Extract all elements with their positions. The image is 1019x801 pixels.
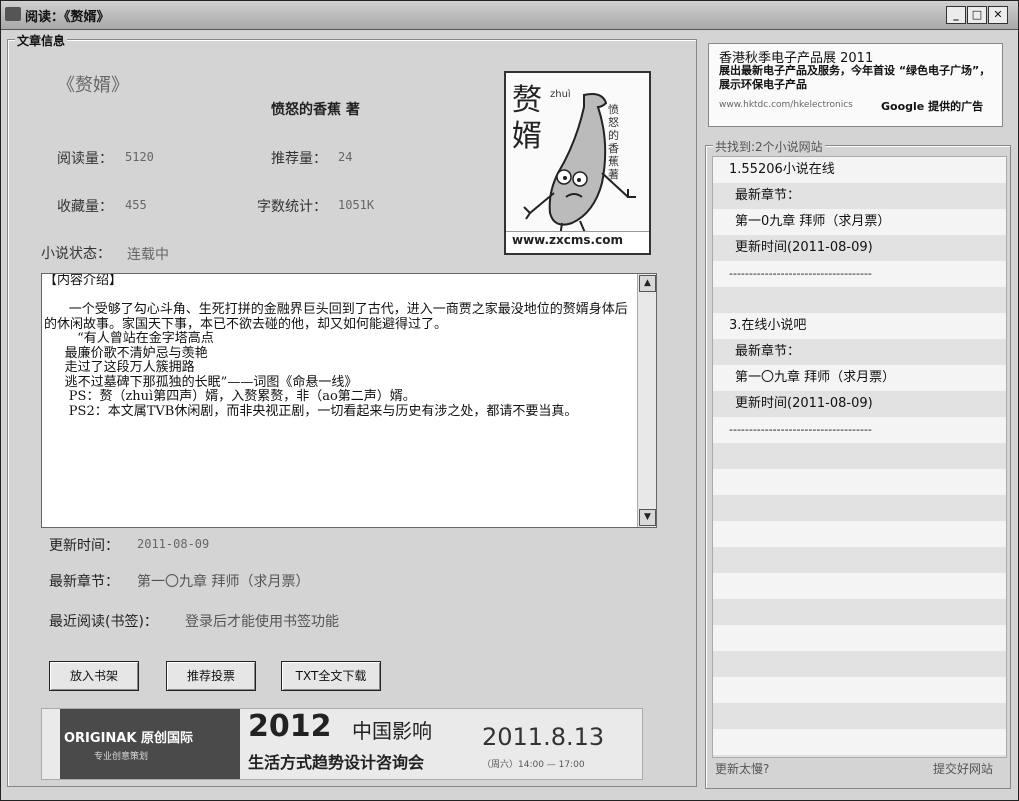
latest-chapter-value[interactable]: 第一〇九章 拜师（求月票） (137, 571, 309, 591)
sites-list[interactable]: 1.55206小说在线 最新章节： 第一0九章 拜师（求月票） 更新时间(201… (712, 156, 1007, 758)
banner-slogan: 中国影响 (352, 719, 432, 743)
latest-chapter-label: 最新章节： (49, 574, 119, 590)
update-time-value: 2011-08-09 (137, 537, 210, 551)
read-count-label: 阅读量： (57, 151, 113, 167)
window-title: 阅读：《赘婿》 (25, 10, 110, 25)
banner-date: 2011.8.13 (482, 723, 605, 751)
list-item[interactable]: 最新章节： (713, 339, 1006, 365)
app-icon (5, 7, 21, 21)
google-ad-box[interactable]: 香港秋季电子产品展 2011 展出最新电子产品及服务，今年首设 “绿色电子广场”… (708, 43, 1003, 127)
maximize-button[interactable]: □ (967, 6, 987, 24)
recent-reading-label: 最近阅读(书签)： (49, 614, 158, 630)
list-item[interactable]: 1.55206小说在线 (713, 157, 1006, 183)
scroll-down-icon[interactable]: ▼ (639, 509, 656, 526)
recent-reading-value: 登录后才能使用书签功能 (185, 614, 339, 630)
sites-group-legend: 共找到:2个小说网站 (713, 138, 825, 155)
banner-time: （周六）14:00 — 17:00 (482, 760, 585, 770)
banner-brand: ORIGINAK 原创国际 (64, 731, 193, 746)
intro-scrollbar[interactable]: ▲ ▼ (637, 274, 656, 527)
book-cover-image: 赘 婿 zhuì 愤怒的香蕉著 www.zxcms.com (504, 71, 651, 255)
status-value: 连载中 (127, 247, 169, 263)
list-item[interactable]: 第一0九章 拜师（求月票） (713, 209, 1006, 235)
list-item[interactable]: 3.在线小说吧 (713, 313, 1006, 339)
book-author: 愤怒的香蕉 著 (271, 102, 360, 118)
article-info-legend: 文章信息 (15, 32, 68, 49)
ad-provider[interactable]: Google 提供的广告 (879, 98, 984, 114)
word-count-label: 字数统计： (257, 199, 327, 215)
title-bar[interactable]: 阅读：《赘婿》 _ □ ✕ (1, 1, 1018, 30)
txt-download-button[interactable]: TXT全文下载 (281, 661, 381, 691)
list-item[interactable]: 第一〇九章 拜师（求月票） (713, 365, 1006, 391)
banana-illustration (523, 93, 636, 240)
recommend-count-value: 24 (338, 150, 353, 164)
too-slow-link[interactable]: 更新太慢? (715, 760, 769, 777)
favorite-count-label: 收藏量： (57, 199, 113, 215)
submit-site-link[interactable]: 提交好网站 (933, 760, 993, 777)
list-item[interactable]: 更新时间(2011-08-09) (713, 391, 1006, 417)
banner-subtitle: 生活方式趋势设计咨询会 (248, 753, 425, 772)
book-title: 《赘婿》 (57, 75, 129, 96)
list-divider: ------------------------------------ (729, 423, 872, 436)
add-to-shelf-button[interactable]: 放入书架 (49, 661, 139, 691)
intro-text: 【内容介绍】 一个受够了勾心斗角、生死打拼的金融界巨头回到了古代，进入一商贾之家… (44, 273, 628, 419)
recommend-count-label: 推荐量： (271, 151, 327, 167)
recommend-vote-button[interactable]: 推荐投票 (166, 661, 256, 691)
minimize-button[interactable]: _ (946, 6, 966, 24)
reader-window: 阅读：《赘婿》 _ □ ✕ 文章信息 《赘婿》 愤怒的香蕉 著 阅读量： 512… (0, 0, 1019, 801)
close-button[interactable]: ✕ (988, 6, 1008, 24)
banner-year: 2012 (248, 709, 332, 744)
list-item[interactable]: 最新章节： (713, 183, 1006, 209)
list-divider: ------------------------------------ (729, 267, 872, 280)
ad-url[interactable]: www.hktdc.com/hkelectronics (719, 100, 853, 110)
list-item[interactable]: 更新时间(2011-08-09) (713, 235, 1006, 261)
cover-site-text: www.zxcms.com (512, 233, 623, 247)
favorite-count-value: 455 (125, 198, 147, 212)
status-label: 小说状态： (41, 246, 111, 262)
scroll-up-icon[interactable]: ▲ (639, 275, 656, 292)
event-banner-ad[interactable]: ORIGINAK 原创国际 专业创意策划 2012 中国影响 生活方式趋势设计咨… (41, 708, 643, 780)
read-count-value: 5120 (125, 150, 154, 164)
intro-textarea[interactable]: 【内容介绍】 一个受够了勾心斗角、生死打拼的金融界巨头回到了古代，进入一商贾之家… (41, 273, 657, 528)
ad-description: 展出最新电子产品及服务，今年首设 “绿色电子广场”，展示环保电子产品 (719, 64, 991, 91)
word-count-value: 1051K (338, 198, 375, 212)
update-time-label: 更新时间： (49, 538, 119, 554)
banner-brand-sub: 专业创意策划 (94, 752, 149, 762)
list-item (713, 287, 1006, 313)
